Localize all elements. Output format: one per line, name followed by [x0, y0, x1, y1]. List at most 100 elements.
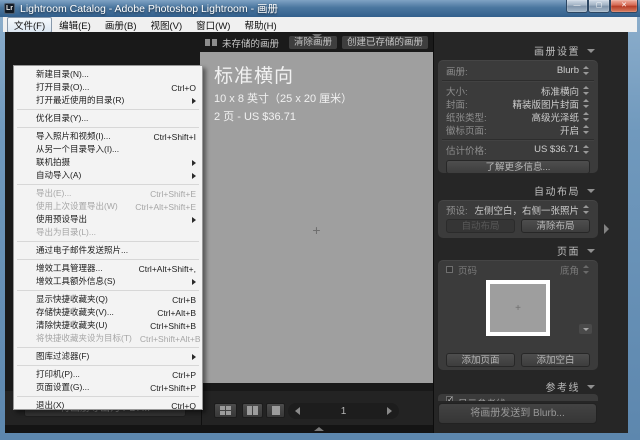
maximize-button[interactable]: ▢	[588, 0, 610, 13]
minimize-button[interactable]: —	[566, 0, 588, 13]
add-blank-button[interactable]: 添加空白	[521, 353, 590, 367]
top-panel-reveal-icon[interactable]	[312, 34, 322, 38]
menu-item[interactable]: 使用上次设置导出(W)Ctrl+Alt+Shift+E	[14, 200, 202, 213]
menubar-item[interactable]: 窗口(W)	[189, 17, 237, 33]
settings-value[interactable]: 开启	[487, 123, 579, 137]
clear-layout-button[interactable]: 清除布局	[521, 219, 590, 233]
menu-item[interactable]: 导出为目录(L)...	[14, 226, 202, 239]
multi-page-view-button[interactable]	[214, 403, 237, 418]
filmstrip-strip	[5, 425, 433, 433]
page-thumbnail-area: +	[446, 276, 590, 350]
menu-item[interactable]: 联机拍摄	[14, 156, 202, 169]
submenu-arrow-icon	[188, 353, 196, 361]
maximize-icon: ▢	[596, 2, 603, 9]
menu-item-shortcut: Ctrl+O	[163, 83, 196, 93]
menu-item[interactable]: 显示快捷收藏夹(Q)Ctrl+B	[14, 293, 202, 306]
menu-item[interactable]: 通过电子邮件发送照片...	[14, 244, 202, 257]
menu-item[interactable]: 优化目录(Y)...	[14, 112, 202, 125]
settings-value[interactable]: 高级光泽纸	[487, 110, 579, 124]
settings-row: 纸张类型:高级光泽纸	[446, 110, 590, 123]
menu-item[interactable]: 页面设置(G)...Ctrl+Shift+P	[14, 381, 202, 394]
menu-item[interactable]: 退出(X)Ctrl+Q	[14, 399, 202, 412]
submenu-arrow-icon	[188, 159, 196, 167]
menu-item[interactable]: 打开最近使用的目录(R)	[14, 94, 202, 107]
panel-divider	[442, 80, 594, 81]
submenu-arrow-icon	[188, 278, 196, 286]
menu-item-shortcut: Ctrl+P	[164, 370, 196, 380]
menu-item-shortcut: Ctrl+Shift+B	[142, 321, 196, 331]
titlebar[interactable]: Lr Lightroom Catalog - Adobe Photoshop L…	[0, 0, 640, 17]
menu-item[interactable]: 使用预设导出	[14, 213, 202, 226]
menubar-item[interactable]: 画册(B)	[98, 17, 144, 33]
show-guides-checkbox[interactable]	[446, 396, 453, 401]
menu-item[interactable]: 导出(E)...Ctrl+Shift+E	[14, 187, 202, 200]
auto-layout-header[interactable]: 自动布局	[438, 184, 598, 197]
menu-item-shortcut: Ctrl+Shift+P	[142, 383, 196, 393]
menu-item[interactable]: 从另一个目录导入(I)...	[14, 143, 202, 156]
menu-item[interactable]: 清除快捷收藏夹(U) Ctrl+Shift+B	[14, 319, 202, 332]
book-settings-header[interactable]: 画册设置	[438, 44, 598, 57]
collapse-triangle-icon	[587, 249, 595, 253]
menu-item[interactable]: 存储快捷收藏夹(V)...Ctrl+Alt+B	[14, 306, 202, 319]
single-page-view-button[interactable]	[266, 403, 285, 418]
menubar-item[interactable]: 视图(V)	[143, 17, 189, 33]
menu-item-label: 导入照片和视频(I)...	[36, 130, 111, 143]
menu-item[interactable]: 图库过滤器(F)	[14, 350, 202, 363]
menu-item-label: 通过电子邮件发送照片...	[36, 244, 128, 257]
next-page-icon[interactable]	[387, 407, 392, 415]
page-section-header[interactable]: 页面	[438, 244, 598, 257]
settings-value[interactable]: US $36.71	[487, 144, 579, 155]
settings-row: 画册:Blurb	[446, 64, 590, 77]
add-photo-plus-icon[interactable]: +	[200, 222, 433, 238]
page-layout-dropdown-button[interactable]	[579, 324, 592, 334]
menu-item[interactable]: 将快捷收藏夹设为目标(T)Ctrl+Shift+Alt+B	[14, 332, 202, 345]
window-title: Lightroom Catalog - Adobe Photoshop Ligh…	[20, 1, 278, 16]
menu-item[interactable]: 自动导入(A)	[14, 169, 202, 182]
page-thumbnail[interactable]: +	[486, 280, 550, 336]
menu-item[interactable]: 打印机(P)...Ctrl+P	[14, 368, 202, 381]
menu-item-shortcut: Ctrl+Q	[163, 401, 196, 411]
spread-view-button[interactable]	[242, 403, 263, 418]
menu-item-shortcut: Ctrl+Shift+Alt+B	[132, 334, 201, 344]
send-book-to-blurb-button[interactable]: 将画册发送到 Blurb...	[438, 403, 597, 424]
menubar-item[interactable]: 帮助(H)	[237, 17, 283, 33]
menu-item[interactable]: 增效工具管理器...Ctrl+Alt+Shift+,	[14, 262, 202, 275]
settings-value[interactable]: Blurb	[468, 65, 579, 76]
right-panel-reveal-icon[interactable]	[604, 224, 609, 234]
book-icon	[205, 39, 217, 46]
book-info-overlay: 标准横向 10 x 8 英寸（25 x 20 厘米） 2 页 - US $36.…	[214, 61, 352, 124]
auto-layout-box: 预设: 左侧空白，右侧一张照片 自动布局 清除布局	[438, 200, 598, 238]
create-saved-book-button[interactable]: 创建已存储的画册	[342, 36, 428, 49]
menu-item[interactable]: 增效工具额外信息(S)	[14, 275, 202, 288]
preset-value[interactable]: 左侧空白，右侧一张照片	[468, 203, 579, 217]
menubar-item[interactable]: 编辑(E)	[52, 17, 98, 33]
menu-item[interactable]: 导入照片和视频(I)...Ctrl+Shift+I	[14, 130, 202, 143]
menu-item[interactable]: 新建目录(N)...	[14, 68, 202, 81]
page-number-position-value[interactable]: 底角	[477, 263, 579, 277]
menu-item-label: 将快捷收藏夹设为目标(T)	[36, 332, 132, 345]
updown-icon	[583, 86, 590, 95]
menu-item-label: 导出为目录(L)...	[36, 226, 96, 239]
guides-header[interactable]: 参考线	[438, 380, 598, 393]
book-canvas[interactable]: 标准横向 10 x 8 英寸（25 x 20 厘米） 2 页 - US $36.…	[200, 52, 433, 383]
menu-item-label: 清除快捷收藏夹(U)	[36, 319, 107, 332]
learn-more-button[interactable]: 了解更多信息...	[446, 160, 590, 174]
show-guides-row: 显示参考线	[438, 394, 598, 401]
updown-icon	[583, 99, 590, 108]
bottom-panel-reveal-icon[interactable]	[314, 427, 324, 431]
menu-item[interactable]: 打开目录(O)...Ctrl+O	[14, 81, 202, 94]
menubar-item[interactable]: 文件(F)	[7, 17, 52, 33]
settings-label: 封面:	[446, 97, 468, 111]
close-button[interactable]: ✕	[610, 0, 638, 13]
settings-label: 画册:	[446, 64, 468, 78]
menu-item-shortcut: Ctrl+Alt+Shift+E	[127, 202, 196, 212]
right-panel: 画册设置 画册:Blurb大小:标准横向封面:精装版图片封面纸张类型:高级光泽纸…	[433, 32, 628, 433]
settings-value[interactable]: 标准横向	[468, 84, 579, 98]
collapse-triangle-icon	[587, 189, 595, 193]
multi-page-grid-icon	[220, 406, 231, 415]
page-number-checkbox[interactable]	[446, 266, 453, 273]
app-window: Lr Lightroom Catalog - Adobe Photoshop L…	[0, 0, 640, 440]
updown-icon	[583, 205, 590, 214]
settings-value[interactable]: 精装版图片封面	[468, 97, 579, 111]
add-page-button[interactable]: 添加页面	[446, 353, 515, 367]
